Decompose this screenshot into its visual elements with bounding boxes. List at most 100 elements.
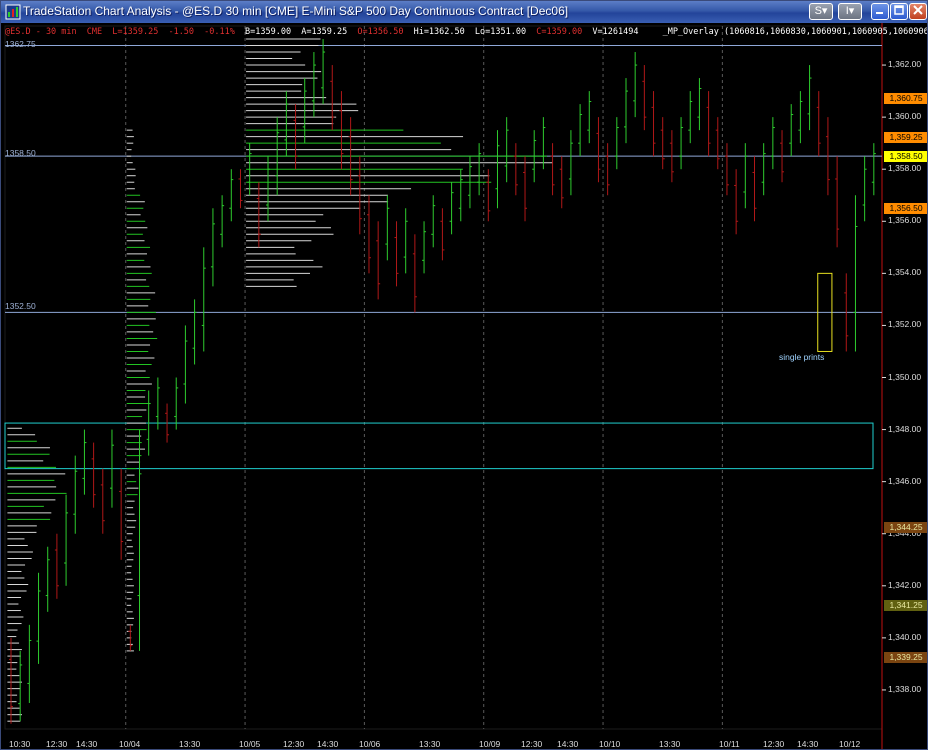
price-bar <box>192 299 197 365</box>
price-bar <box>770 117 775 170</box>
price-bar <box>816 91 821 157</box>
y-tick-label: 1,358.00 <box>888 163 922 174</box>
info-last: L=1359.25 <box>112 27 159 37</box>
y-tick-label: 1,338.00 <box>888 683 922 694</box>
minimize-button[interactable] <box>871 3 889 20</box>
price-bar <box>688 91 693 144</box>
x-tick-label: 14:30 <box>317 739 339 749</box>
price-tag: 1,359.25 <box>884 131 927 143</box>
x-tick-label: 10/11 <box>719 739 740 749</box>
price-bar <box>376 221 381 300</box>
price-bar <box>559 156 564 209</box>
price-bar <box>477 143 482 196</box>
y-tick-label: 1,348.00 <box>888 423 922 434</box>
close-icon <box>913 5 923 15</box>
price-bar <box>724 143 729 196</box>
price-bar <box>587 91 592 144</box>
price-bar <box>440 208 445 261</box>
price-bar <box>642 65 647 131</box>
price-bar <box>321 39 326 105</box>
price-bar <box>596 117 601 183</box>
price-bar <box>798 91 803 144</box>
insert-label: I <box>845 5 849 17</box>
info-indicator: _MP_Overlay (1060816,1060830,1060901,106… <box>662 27 928 37</box>
y-tick-label: 1,354.00 <box>888 267 922 278</box>
price-bar <box>220 195 225 248</box>
y-tick-label: 1,362.00 <box>888 59 922 70</box>
x-tick-label: 10/04 <box>119 739 141 749</box>
minimize-icon <box>876 12 883 14</box>
info-close: C=1359.00 <box>536 27 583 37</box>
price-bar <box>706 91 711 157</box>
price-bar <box>311 52 316 118</box>
price-bar <box>64 494 69 586</box>
hline-label-mid: 1358.50 <box>5 148 36 158</box>
x-tick-label: 13:30 <box>179 739 201 749</box>
price-bar <box>605 143 610 196</box>
price-tag: 1,339.25 <box>884 652 927 664</box>
price-bar <box>862 156 867 222</box>
title-bar[interactable]: TradeStation Chart Analysis - @ES.D 30 m… <box>1 1 927 23</box>
info-ask: A=1359.25 <box>301 27 348 37</box>
x-tick-label: 10:30 <box>9 739 31 749</box>
price-bar <box>91 442 96 508</box>
price-bar <box>523 156 528 222</box>
price-bar <box>458 169 463 222</box>
price-bar <box>504 117 509 183</box>
single-prints-label: single prints <box>779 352 825 362</box>
price-bar <box>614 117 619 170</box>
price-bar <box>495 130 500 209</box>
price-bar <box>18 650 23 722</box>
price-bar <box>201 247 206 352</box>
price-bar <box>449 182 454 235</box>
maximize-button[interactable] <box>890 3 908 20</box>
x-tick-label: 14:30 <box>797 739 819 749</box>
info-low: Lo=1351.00 <box>474 27 527 37</box>
price-bar <box>366 195 371 274</box>
price-bar <box>761 143 766 196</box>
price-bar <box>752 156 757 222</box>
price-bar <box>155 377 160 430</box>
price-bar <box>394 221 399 287</box>
price-bar <box>403 208 408 274</box>
x-tick-label: 14:30 <box>76 739 98 749</box>
y-tick-label: 1,342.00 <box>888 579 922 590</box>
y-tick-label: 1,360.00 <box>888 111 922 122</box>
close-button[interactable] <box>909 3 927 20</box>
price-bar <box>541 117 546 170</box>
symbol-link-button[interactable]: S▾ <box>809 3 833 20</box>
price-bar <box>45 546 50 612</box>
insert-button[interactable]: I▾ <box>838 3 862 20</box>
info-volume: V=1261494 <box>592 27 639 37</box>
price-chart[interactable] <box>1 23 928 750</box>
tradestation-app-icon <box>5 4 21 20</box>
price-tag: 1,341.25 <box>884 600 927 612</box>
price-tag: 1,360.75 <box>884 92 927 104</box>
chart-window: TradeStation Chart Analysis - @ES.D 30 m… <box>0 0 928 750</box>
hline-label-top: 1362.75 <box>5 39 36 49</box>
price-bar <box>183 325 188 404</box>
price-bar <box>431 195 436 248</box>
symbol-info-bar: @ES.D - 30 min CME L=1359.25 -1.50 -0.11… <box>5 27 928 37</box>
price-bar <box>623 78 628 144</box>
price-bar <box>835 156 840 248</box>
price-bar <box>513 143 518 196</box>
y-tick-label: 1,356.00 <box>888 215 922 226</box>
price-bar <box>789 104 794 157</box>
x-tick-label: 14:30 <box>557 739 579 749</box>
x-tick-label: 10/12 <box>839 739 861 749</box>
price-bar <box>743 143 748 209</box>
price-bar <box>100 468 105 534</box>
price-bar <box>27 624 32 703</box>
x-tick-label: 12:30 <box>46 739 68 749</box>
price-bar <box>651 91 656 157</box>
x-tick-label: 10/09 <box>479 739 501 749</box>
y-tick-label: 1,352.00 <box>888 319 922 330</box>
price-bar <box>734 169 739 235</box>
price-tag: 1,356.50 <box>884 203 927 215</box>
y-tick-label: 1,346.00 <box>888 475 922 486</box>
price-bar <box>229 169 234 222</box>
price-bar <box>807 65 812 131</box>
price-bar <box>679 117 684 170</box>
price-bar <box>330 65 335 131</box>
